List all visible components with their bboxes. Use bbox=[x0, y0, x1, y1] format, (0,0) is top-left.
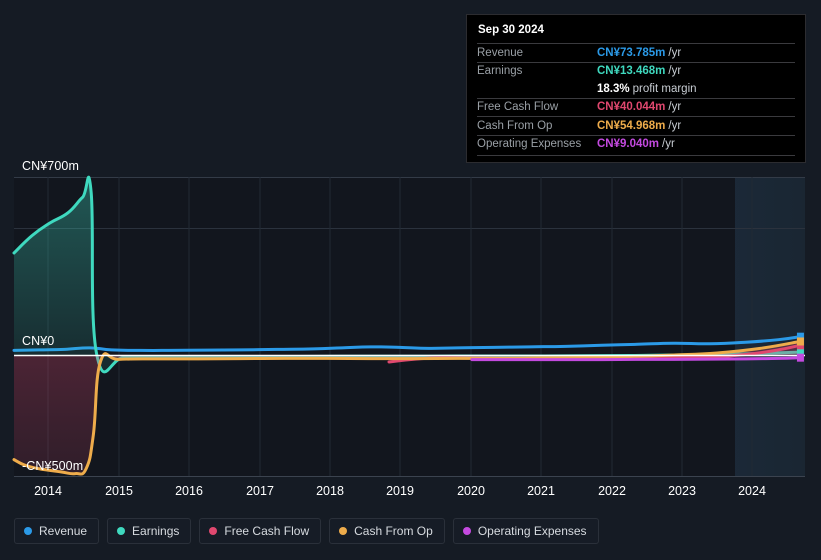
legend-item-earnings[interactable]: Earnings bbox=[107, 518, 192, 544]
tooltip-value-wrap: CN¥9.040m/yr bbox=[597, 138, 675, 150]
y-axis-label-zero: CN¥0 bbox=[22, 334, 55, 348]
tooltip-value-wrap: CN¥40.044m/yr bbox=[597, 101, 681, 113]
x-axis-label-2021: 2021 bbox=[527, 484, 555, 498]
tooltip-row-operating-expenses: Operating Expenses CN¥9.040m/yr bbox=[477, 134, 795, 154]
tooltip-value: CN¥13.468m bbox=[597, 65, 666, 78]
tooltip-value-suffix: /yr bbox=[668, 101, 682, 114]
legend-item-label: Revenue bbox=[39, 524, 88, 538]
x-axis-label-2024: 2024 bbox=[738, 484, 766, 498]
legend-item-free-cash-flow[interactable]: Free Cash Flow bbox=[199, 518, 322, 544]
legend-item-label: Free Cash Flow bbox=[224, 524, 310, 538]
tooltip-value-suffix: /yr bbox=[662, 138, 675, 151]
x-axis-label-2023: 2023 bbox=[668, 484, 696, 498]
tooltip-row-free-cash-flow: Free Cash Flow CN¥40.044m/yr bbox=[477, 97, 795, 117]
tooltip-value-suffix: /yr bbox=[668, 65, 682, 78]
chart-legend[interactable]: Revenue Earnings Free Cash Flow Cash From O… bbox=[14, 518, 599, 544]
tooltip-value: CN¥9.040m bbox=[597, 138, 660, 151]
tooltip-date: Sep 30 2024 bbox=[478, 24, 544, 36]
legend-item-label: Cash From Op bbox=[354, 524, 433, 538]
x-axis-label-2015: 2015 bbox=[105, 484, 133, 498]
tooltip-value: CN¥40.044m bbox=[597, 101, 666, 114]
chart-tooltip: Sep 30 2024 Revenue CN¥73.785m/yr Earnings… bbox=[466, 14, 806, 163]
highlight-band bbox=[735, 177, 805, 476]
endpoint-markers bbox=[796, 332, 804, 362]
legend-color-dot-icon bbox=[462, 527, 471, 535]
legend-color-dot-icon bbox=[24, 527, 32, 535]
legend-color-dot-icon bbox=[117, 527, 126, 535]
tooltip-value-wrap: CN¥73.785m/yr bbox=[597, 47, 681, 59]
tooltip-label: Revenue bbox=[477, 46, 524, 59]
tooltip-value-suffix: /yr bbox=[668, 46, 682, 59]
tooltip-value-wrap: CN¥13.468m/yr bbox=[597, 65, 681, 77]
profit-margin-wrap: 18.3% profit margin bbox=[597, 83, 697, 95]
plot-background bbox=[14, 177, 805, 476]
x-axis-label-2014: 2014 bbox=[34, 484, 62, 498]
x-axis-label-2017: 2017 bbox=[246, 484, 274, 498]
tooltip-row-revenue: Revenue CN¥73.785m/yr bbox=[477, 43, 795, 62]
tooltip-value-wrap: CN¥54.968m/yr bbox=[597, 120, 681, 132]
tooltip-bottom-rule bbox=[477, 155, 795, 156]
endpoint-marker-cash-from-op bbox=[796, 337, 804, 346]
tooltip-row-cash-from-op: Cash From Op CN¥54.968m/yr bbox=[477, 116, 795, 135]
x-axis-label-2016: 2016 bbox=[175, 484, 203, 498]
profit-margin-label: profit margin bbox=[632, 82, 697, 95]
tooltip-label: Earnings bbox=[477, 65, 523, 78]
legend-item-revenue[interactable]: Revenue bbox=[14, 518, 100, 544]
tooltip-rows: Revenue CN¥73.785m/yr Earnings CN¥13.468m/y… bbox=[477, 43, 795, 156]
profit-margin-value: 18.3% bbox=[597, 82, 630, 95]
tooltip-row-earnings: Earnings CN¥13.468m/yr bbox=[477, 61, 795, 81]
x-axis-label-2020: 2020 bbox=[457, 484, 485, 498]
y-axis-label-bottom: -CN¥500m bbox=[22, 459, 84, 473]
endpoint-marker-operating-expenses bbox=[796, 353, 804, 362]
x-axis-label-2019: 2019 bbox=[386, 484, 414, 498]
tooltip-row-profit-margin: 18.3% profit margin bbox=[477, 80, 795, 98]
tooltip-value: CN¥54.968m bbox=[597, 119, 666, 132]
legend-color-dot-icon bbox=[339, 527, 348, 535]
tooltip-label: Operating Expenses bbox=[477, 138, 582, 151]
legend-color-dot-icon bbox=[209, 527, 218, 535]
legend-item-cash-from-op[interactable]: Cash From Op bbox=[329, 518, 445, 544]
tooltip-label: Cash From Op bbox=[477, 119, 553, 132]
legend-item-operating-expenses[interactable]: Operating Expenses bbox=[452, 518, 599, 544]
y-axis-label-top: CN¥700m bbox=[22, 159, 79, 173]
tooltip-label: Free Cash Flow bbox=[477, 101, 559, 114]
tooltip-value: CN¥73.785m bbox=[597, 46, 666, 59]
tooltip-value-suffix: /yr bbox=[668, 119, 682, 132]
legend-item-label: Earnings bbox=[132, 524, 180, 538]
x-axis-label-2018: 2018 bbox=[316, 484, 344, 498]
x-axis-label-2022: 2022 bbox=[598, 484, 626, 498]
legend-item-label: Operating Expenses bbox=[477, 524, 587, 538]
